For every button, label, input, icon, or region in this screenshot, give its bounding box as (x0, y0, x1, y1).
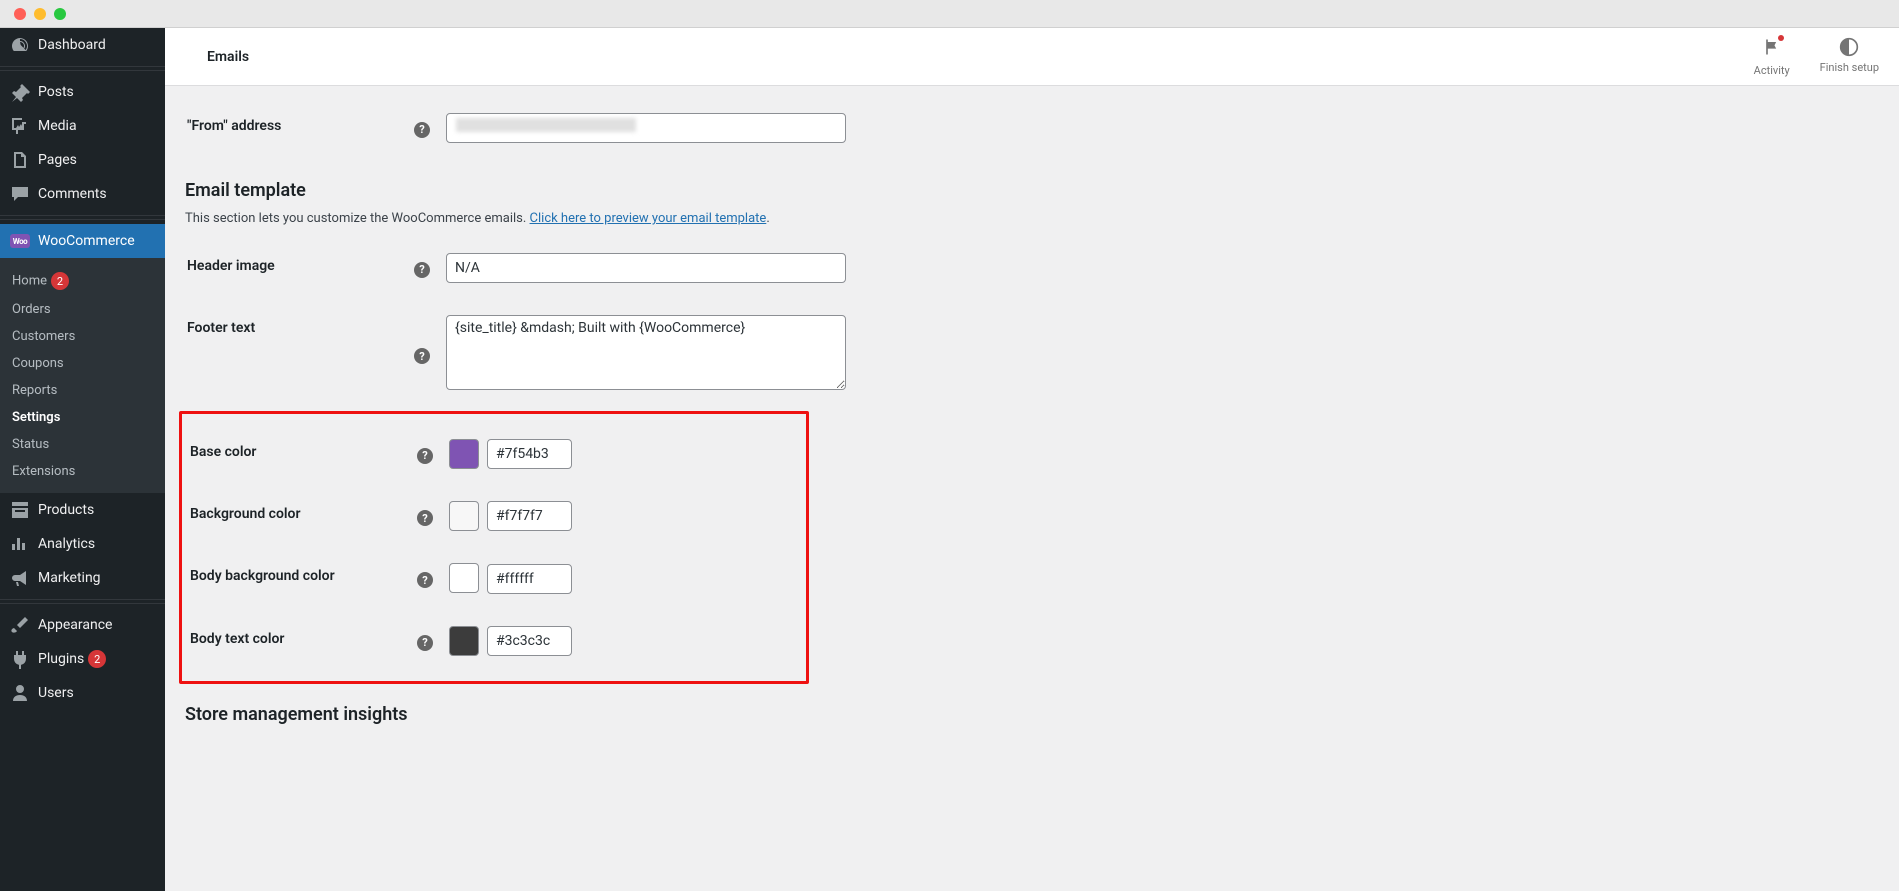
minimize-window-dot[interactable] (34, 8, 46, 20)
sidebar-separator (0, 66, 165, 71)
from-address-label: "From" address (187, 98, 402, 158)
help-icon[interactable]: ? (417, 448, 433, 464)
body-text-color-input[interactable] (487, 626, 572, 656)
admin-sidebar: Dashboard Posts Media Pages Comments Woo… (0, 28, 165, 891)
sidebar-sub-reports[interactable]: Reports (0, 377, 165, 404)
sidebar-item-appearance[interactable]: Appearance (0, 608, 165, 642)
page-title: Emails (207, 49, 249, 65)
help-icon[interactable]: ? (414, 262, 430, 278)
badge-count: 2 (51, 272, 69, 290)
help-icon[interactable]: ? (414, 122, 430, 138)
sidebar-separator (0, 599, 165, 604)
base-color-swatch[interactable] (449, 439, 479, 469)
body-bg-color-input[interactable] (487, 564, 572, 594)
pin-icon (10, 82, 30, 102)
sidebar-sub-extensions[interactable]: Extensions (0, 458, 165, 485)
sidebar-label: Posts (38, 84, 74, 100)
sidebar-label: WooCommerce (38, 233, 135, 249)
sidebar-label: Marketing (38, 570, 101, 586)
highlighted-color-section: Base color ? Background color ? Body bac… (179, 411, 809, 684)
help-icon[interactable]: ? (414, 348, 430, 364)
body-bg-color-label: Body background color (190, 548, 405, 608)
sidebar-item-plugins[interactable]: Plugins 2 (0, 642, 165, 676)
settings-content: "From" address ? Email template This sec… (165, 86, 1899, 891)
sidebar-label: Products (38, 502, 94, 518)
sidebar-item-posts[interactable]: Posts (0, 75, 165, 109)
close-window-dot[interactable] (14, 8, 26, 20)
sidebar-separator (0, 215, 165, 220)
sidebar-item-woocommerce[interactable]: Woo WooCommerce (0, 224, 165, 258)
sidebar-label: Comments (38, 186, 107, 202)
sidebar-item-products[interactable]: Products (0, 493, 165, 527)
base-color-input[interactable] (487, 439, 572, 469)
body-text-color-label: Body text color (190, 611, 405, 671)
media-icon (10, 116, 30, 136)
body-bg-color-swatch[interactable] (449, 563, 479, 593)
sidebar-sub-home[interactable]: Home2 (0, 266, 165, 296)
analytics-icon (10, 534, 30, 554)
woocommerce-icon: Woo (10, 231, 30, 251)
plug-icon (10, 649, 30, 669)
progress-circle-icon (1839, 37, 1859, 57)
brush-icon (10, 615, 30, 635)
topbar-activity[interactable]: Activity (1754, 37, 1790, 77)
sidebar-item-users[interactable]: Users (0, 676, 165, 710)
notification-dot (1778, 35, 1784, 41)
pages-icon (10, 150, 30, 170)
sidebar-item-marketing[interactable]: Marketing (0, 561, 165, 595)
window-chrome (0, 0, 1899, 28)
header-image-label: Header image (187, 238, 402, 298)
help-icon[interactable]: ? (417, 635, 433, 651)
sidebar-label: Analytics (38, 536, 95, 552)
sidebar-item-comments[interactable]: Comments (0, 177, 165, 211)
user-icon (10, 683, 30, 703)
base-color-label: Base color (190, 424, 405, 484)
background-color-label: Background color (190, 486, 405, 546)
sidebar-submenu-woocommerce: Home2 Orders Customers Coupons Reports S… (0, 258, 165, 493)
sidebar-item-dashboard[interactable]: Dashboard (0, 28, 165, 62)
from-address-input[interactable] (446, 113, 846, 143)
sidebar-item-analytics[interactable]: Analytics (0, 527, 165, 561)
sidebar-label: Appearance (38, 617, 112, 633)
help-icon[interactable]: ? (417, 572, 433, 588)
email-template-heading: Email template (185, 180, 1879, 201)
footer-text-label: Footer text (187, 300, 402, 409)
megaphone-icon (10, 568, 30, 588)
sidebar-label: Media (38, 118, 77, 134)
store-insights-heading: Store management insights (185, 704, 1879, 725)
header-image-input[interactable] (446, 253, 846, 283)
topbar: Emails Activity Finish setup (165, 28, 1899, 86)
sidebar-label: Pages (38, 152, 77, 168)
sidebar-sub-status[interactable]: Status (0, 431, 165, 458)
sidebar-label: Users (38, 685, 74, 701)
background-color-input[interactable] (487, 501, 572, 531)
body-text-color-swatch[interactable] (449, 626, 479, 656)
comments-icon (10, 184, 30, 204)
sidebar-label: Plugins (38, 651, 84, 667)
sidebar-sub-customers[interactable]: Customers (0, 323, 165, 350)
dashboard-icon (10, 35, 30, 55)
preview-template-link[interactable]: Click here to preview your email templat… (530, 211, 767, 226)
footer-text-input[interactable] (446, 315, 846, 390)
products-icon (10, 500, 30, 520)
topbar-finish-setup[interactable]: Finish setup (1820, 37, 1879, 77)
background-color-swatch[interactable] (449, 501, 479, 531)
sidebar-item-media[interactable]: Media (0, 109, 165, 143)
template-description: This section lets you customize the WooC… (185, 211, 1879, 226)
sidebar-item-pages[interactable]: Pages (0, 143, 165, 177)
sidebar-sub-coupons[interactable]: Coupons (0, 350, 165, 377)
sidebar-label: Dashboard (38, 37, 106, 53)
maximize-window-dot[interactable] (54, 8, 66, 20)
badge-count: 2 (88, 650, 106, 668)
help-icon[interactable]: ? (417, 510, 433, 526)
sidebar-sub-orders[interactable]: Orders (0, 296, 165, 323)
sidebar-sub-settings[interactable]: Settings (0, 404, 165, 431)
